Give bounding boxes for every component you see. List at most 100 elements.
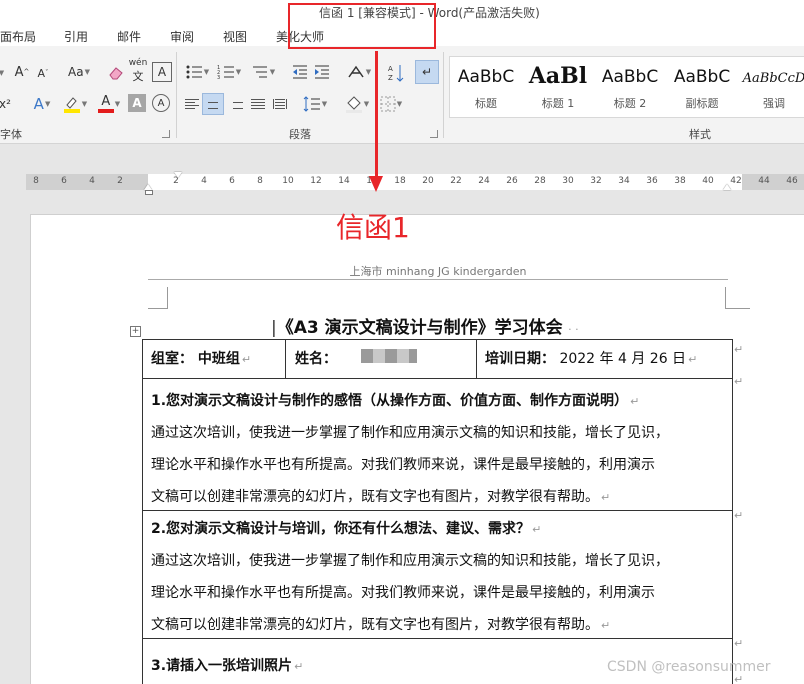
group-cell[interactable]: 组室： 中班组 ↵ [151, 348, 251, 368]
multilevel-list-icon [252, 66, 267, 78]
highlight-button[interactable]: ▼ [60, 93, 90, 115]
bullets-button[interactable]: ▼ [182, 62, 212, 82]
svg-text:A: A [388, 65, 393, 73]
justify-button[interactable] [248, 94, 268, 114]
question-2-heading[interactable]: 2.您对演示文稿设计与培训，你还有什么想法、建议、需求？ ↵ [151, 518, 541, 538]
answer-1-line[interactable]: 通过这次培训，使我进一步掌握了制作和应用演示文稿的知识和技能，增长了见识， [151, 422, 669, 442]
char-shading-button[interactable]: A [128, 94, 146, 112]
highlighter-icon [63, 97, 80, 113]
show-formatting-marks-button[interactable]: ↵ [415, 60, 439, 84]
align-right-button[interactable] [226, 94, 246, 114]
answer-2-line[interactable]: 文稿可以创建非常漂亮的幻灯片，既有文字也有图片，对教学很有帮助。 ↵ [151, 614, 610, 634]
styles-group-label: 样式 [689, 128, 711, 141]
align-center-icon [206, 99, 220, 109]
paint-bucket-icon [345, 96, 362, 113]
numbering-button[interactable]: 1 2 3 ▼ [214, 62, 244, 82]
page-header-text[interactable]: 上海市 minhang JG kindergarden [148, 263, 728, 279]
style-sample: AaBbC [601, 67, 659, 87]
tab-layout[interactable]: 面布局 [0, 28, 36, 45]
change-case-button[interactable]: Aa ▼ [64, 62, 94, 82]
ruler-tick: 6 [229, 176, 235, 186]
table-move-handle[interactable]: + [130, 326, 141, 337]
char-border-button[interactable]: A [152, 62, 172, 82]
ruler-tick: 40 [702, 176, 714, 186]
training-date-cell[interactable]: 培训日期： 2022 年 4 月 26 日 ↵ [485, 348, 697, 368]
question-3-heading[interactable]: 3.请插入一张培训照片 ↵ [151, 655, 303, 675]
borders-button[interactable]: ▼ [376, 93, 406, 115]
ruler-tick: 10 [282, 176, 294, 186]
align-center-button[interactable] [202, 93, 224, 115]
asian-layout-button[interactable]: ▼ [344, 62, 374, 82]
text-effects-icon: A [33, 95, 44, 113]
change-case-icon: Aa [68, 65, 84, 79]
borders-icon [380, 96, 396, 112]
distributed-button[interactable] [270, 94, 290, 114]
ruler-tick: 2 [117, 176, 123, 186]
answer-1-line[interactable]: 理论水平和操作水平也有所提高。对我们教师来说，课件是最早接触的，利用演示 [151, 454, 655, 474]
phonetic-guide-button[interactable]: wén 文 [128, 58, 148, 83]
answer-2-line[interactable]: 理论水平和操作水平也有所提高。对我们教师来说，课件是最早接触的，利用演示 [151, 582, 655, 602]
align-left-button[interactable] [182, 94, 202, 114]
increase-indent-icon [315, 65, 329, 79]
ruler-tick: 36 [646, 176, 658, 186]
document-page[interactable]: 上海市 minhang JG kindergarden + |《A3 演示文稿设… [30, 214, 804, 684]
annotation-arrow [375, 51, 378, 179]
survey-table: 组室： 中班组 ↵ 姓名： 培训日期： 2022 年 4 月 26 日 ↵ 1.您对… [142, 339, 733, 684]
row-end-mark: ↵ [734, 509, 744, 522]
first-line-indent-marker[interactable] [174, 172, 182, 178]
tab-review[interactable]: 审阅 [170, 28, 194, 45]
ruler-tick: 46 [786, 176, 798, 186]
name-label[interactable]: 姓名： [295, 348, 337, 368]
align-right-icon [229, 99, 243, 109]
style-sample: AaBbC [457, 67, 515, 87]
enclose-char-button[interactable]: A [152, 94, 170, 112]
font-dialog-launcher[interactable] [162, 130, 170, 138]
question-1-heading[interactable]: 1.您对演示文稿设计与制作的感悟（从操作方面、价值方面、制作方面说明） ↵ [151, 390, 639, 410]
font-size-dropdown[interactable]: ▼ [0, 64, 6, 82]
style-sample: AaBbCcD [742, 71, 804, 86]
text-effects-button[interactable]: A ▼ [28, 93, 56, 115]
row-end-mark: ↵ [734, 343, 744, 356]
answer-2-line[interactable]: 通过这次培训，使我进一步掌握了制作和应用演示文稿的知识和技能，增长了见识， [151, 550, 669, 570]
word-window: 信函 1 [兼容模式] - Word(产品激活失败) 面布局 引用 邮件 审阅 … [0, 0, 804, 684]
left-indent-marker[interactable] [145, 190, 153, 195]
increase-indent-button[interactable] [312, 62, 332, 82]
right-indent-marker[interactable] [723, 184, 731, 190]
style-title[interactable]: AaBbC 标题 [450, 63, 522, 115]
ruler-tick: 8 [257, 176, 263, 186]
answer-1-line[interactable]: 文稿可以创建非常漂亮的幻灯片，既有文字也有图片，对教学很有帮助。 ↵ [151, 486, 610, 506]
style-name: 标题 2 [613, 97, 647, 110]
ruler-tick: 44 [758, 176, 770, 186]
shading-button[interactable]: ▼ [342, 93, 372, 115]
line-spacing-button[interactable]: ▼ [300, 93, 330, 115]
tab-references[interactable]: 引用 [64, 28, 88, 45]
table-row-divider [143, 510, 732, 511]
tab-mailings[interactable]: 邮件 [117, 28, 141, 45]
style-sample: AaBbC [673, 67, 731, 87]
style-heading-1[interactable]: AaBl 标题 1 [522, 63, 594, 115]
clear-formatting-button[interactable] [106, 62, 126, 82]
style-heading-2[interactable]: AaBbC 标题 2 [594, 63, 666, 115]
shrink-font-button[interactable]: Aˇ [36, 64, 50, 82]
font-group-label: 字体 [0, 128, 22, 141]
sort-button[interactable]: AZ [386, 62, 406, 84]
multilevel-list-button[interactable]: ▼ [248, 62, 278, 82]
table-column-divider [285, 340, 286, 378]
header-rule [148, 279, 728, 280]
distributed-icon [273, 99, 287, 109]
superscript-button[interactable]: x² [0, 94, 14, 114]
document-title[interactable]: |《A3 演示文稿设计与制作》学习体会 · · [271, 313, 579, 338]
grow-font-button[interactable]: A ^ [14, 62, 30, 82]
style-emphasis[interactable]: AaBbCcD 强调 [738, 63, 804, 115]
font-color-button[interactable]: A ▼ [94, 93, 124, 115]
styles-gallery: AaBbC 标题 AaBl 标题 1 AaBbC 标题 2 AaBbC 副标题 … [449, 56, 804, 118]
style-sample: AaBl [528, 63, 588, 89]
ruler-tick: 20 [422, 176, 434, 186]
tab-view[interactable]: 视图 [223, 28, 247, 45]
decrease-indent-button[interactable] [290, 62, 310, 82]
eraser-icon [109, 67, 123, 80]
paragraph-dialog-launcher[interactable] [430, 130, 438, 138]
style-subtitle[interactable]: AaBbC 副标题 [666, 63, 738, 115]
style-name: 强调 [763, 97, 785, 110]
horizontal-ruler[interactable]: 8 6 4 2 2 4 6 8 10 12 14 16 18 20 22 24 … [26, 174, 804, 190]
